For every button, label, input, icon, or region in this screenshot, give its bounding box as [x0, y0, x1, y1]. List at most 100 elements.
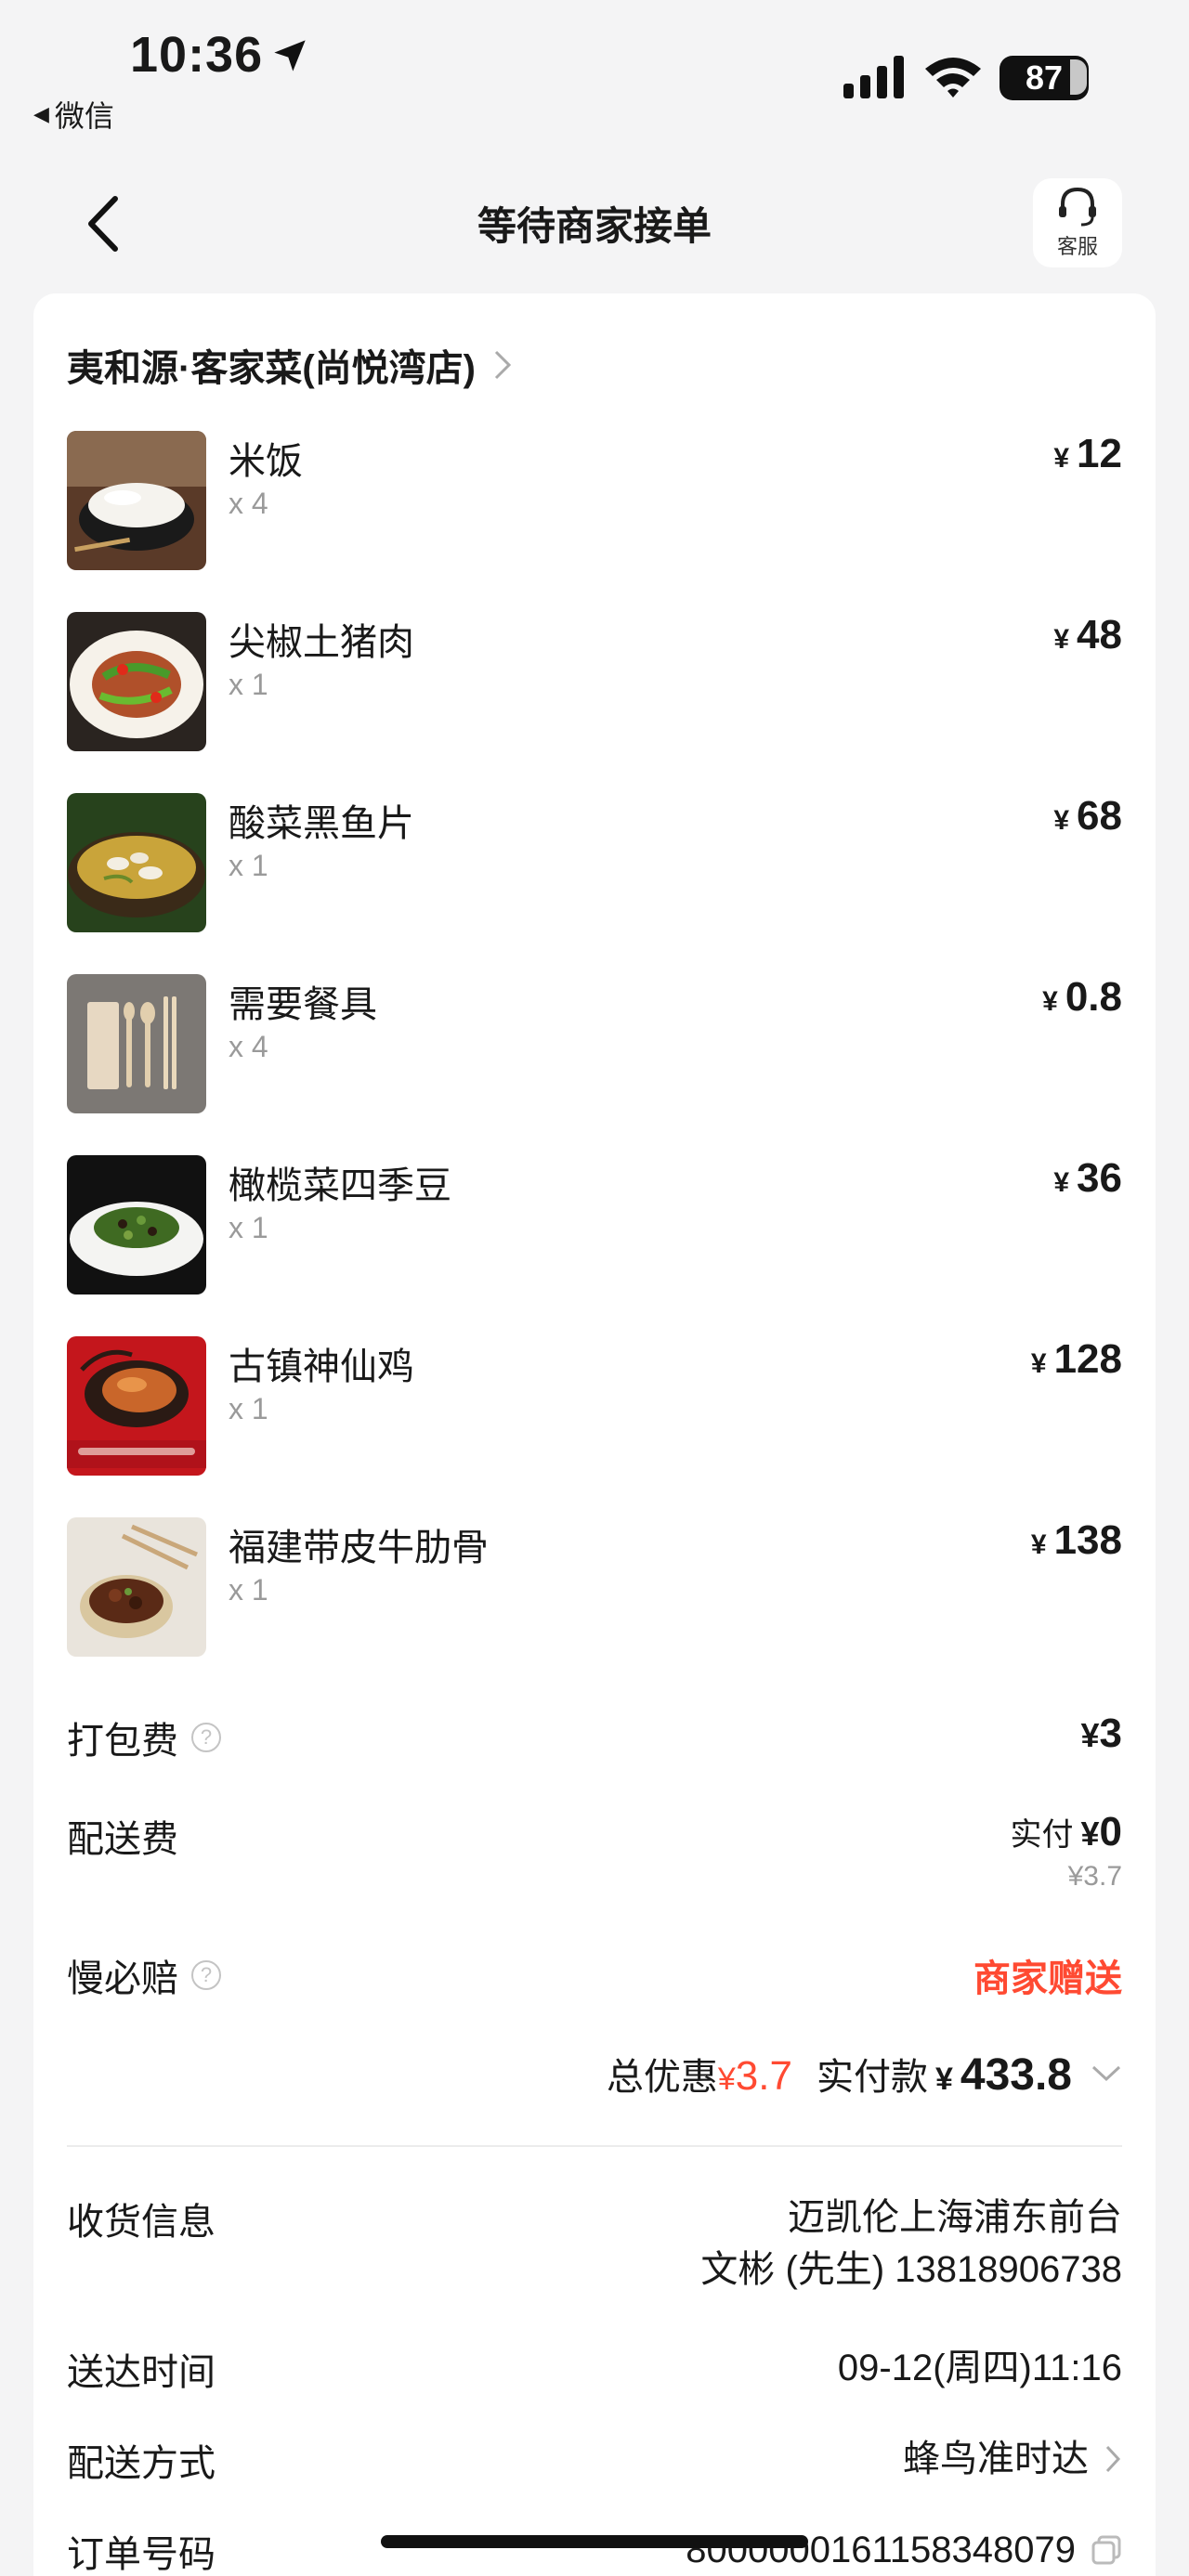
delivery-time-label: 送达时间 [67, 2352, 216, 2393]
actual-paid-label: 实付 [1010, 1817, 1074, 1853]
slow-compensation-label: 慢必赔 [67, 1958, 178, 1999]
packing-fee-amount: ¥3 [1080, 1711, 1122, 1757]
chevron-right-icon [494, 350, 512, 380]
slow-compensation-value-wrap: 商家赠送 [973, 1948, 1122, 2002]
green-beans-thumbnail [67, 1155, 206, 1295]
item-price: ¥0.8 [1042, 974, 1122, 1021]
fish-soup-thumbnail [67, 793, 206, 932]
item-name: 酸菜黑鱼片 [229, 803, 414, 844]
discount-amount: ¥3.7 [718, 2053, 792, 2100]
paid-value: 433.8 [960, 2050, 1072, 2100]
item-name: 橄榄菜四季豆 [229, 1165, 451, 1206]
price-value: 36 [1077, 1155, 1122, 1201]
receiver-address: 迈凯伦上海浦东前台 [788, 2197, 1122, 2238]
packing-fee-row: 打包费 ? ¥3 [67, 1711, 1122, 1766]
currency-symbol: ¥ [1080, 1815, 1100, 1853]
item-price: ¥48 [1053, 612, 1122, 658]
order-totals[interactable]: 总优惠 ¥3.7 实付款 ¥433.8 [607, 2047, 1122, 2101]
packing-fee-label: 打包费 [67, 1721, 178, 1762]
help-icon[interactable]: ? [191, 1723, 221, 1752]
currency-symbol: ¥ [1053, 1167, 1070, 1198]
currency-symbol: ¥ [1053, 805, 1070, 836]
divider [67, 2145, 1122, 2147]
item-name: 米饭 [229, 441, 303, 482]
location-arrow-icon [274, 40, 306, 72]
delivery-time-row: 送达时间 09-12(周四)11:16 [67, 2342, 1122, 2398]
back-app-label: 微信 [54, 99, 114, 133]
delivery-fee-value: 0 [1099, 1809, 1122, 1854]
wifi-icon [925, 58, 981, 98]
currency-symbol: ¥ [1042, 986, 1058, 1017]
packing-fee-value-wrap: ¥3 [1080, 1711, 1122, 1756]
order-item: 需要餐具 x 4 ¥0.8 [67, 974, 1122, 1113]
discount-value: 3.7 [735, 2053, 792, 2099]
order-number-value: 8000000161158348079 [686, 2530, 1076, 2570]
currency-symbol: ¥ [1030, 1529, 1047, 1560]
battery-tip [1070, 59, 1087, 95]
item-quantity: x 1 [229, 1573, 268, 1607]
order-item: 酸菜黑鱼片 x 1 ¥68 [67, 793, 1122, 932]
rice-bowl-thumbnail [67, 431, 206, 570]
item-name: 古镇神仙鸡 [229, 1347, 414, 1387]
home-indicator[interactable] [381, 2535, 808, 2548]
item-price: ¥12 [1053, 431, 1122, 477]
currency-symbol: ¥ [1080, 1716, 1100, 1754]
delivery-method-label: 配送方式 [67, 2443, 216, 2484]
currency-symbol: ¥ [1030, 1348, 1047, 1379]
shop-name: 夷和源·客家菜(尚悦湾店) [67, 348, 476, 389]
item-quantity: x 4 [229, 1030, 268, 1063]
cutlery-thumbnail [67, 974, 206, 1113]
item-name: 尖椒土猪肉 [229, 622, 414, 663]
delivery-fee-label: 配送费 [67, 1819, 178, 1860]
order-item: 尖椒土猪肉 x 1 ¥48 [67, 612, 1122, 751]
status-bar: 10:36 ◀ 微信 87 [0, 0, 1189, 139]
order-number-label: 订单号码 [67, 2534, 216, 2575]
receiver-info-value: 迈凯伦上海浦东前台 文彬 (先生) 13818906738 [700, 2192, 1122, 2296]
paid-label: 实付款 [816, 2057, 928, 2098]
price-value: 68 [1077, 793, 1122, 839]
price-value: 12 [1077, 431, 1122, 476]
item-price: ¥68 [1053, 793, 1122, 839]
help-icon[interactable]: ? [191, 1960, 221, 1990]
packing-fee-label-wrap: 打包费 ? [67, 1711, 1122, 1764]
copy-icon[interactable] [1091, 2534, 1122, 2566]
discount-label: 总优惠 [606, 2057, 718, 2098]
beef-rib-thumbnail [67, 1517, 206, 1657]
slow-compensation-label-wrap: 慢必赔 ? [67, 1948, 1122, 2002]
item-price: ¥138 [1031, 1517, 1122, 1564]
slow-compensation-value: 商家赠送 [973, 1958, 1122, 1999]
delivery-time-value: 09-12(周四)11:16 [837, 2348, 1122, 2388]
order-number-value-wrap: 8000000161158348079 [686, 2524, 1122, 2576]
order-card: 夷和源·客家菜(尚悦湾店) 米饭 x 4 ¥12 尖椒土猪肉 x 1 ¥48 酸… [33, 293, 1156, 2576]
price-value: 138 [1053, 1517, 1122, 1563]
order-number-row: 订单号码 8000000161158348079 [67, 2524, 1122, 2576]
price-value: 48 [1077, 612, 1122, 657]
delivery-fee-row: 配送费 实付 ¥0 ¥3.7 [67, 1809, 1122, 1911]
customer-service-button[interactable]: 客服 [1033, 178, 1122, 267]
currency-symbol: ¥ [934, 2062, 953, 2097]
back-to-app-link[interactable]: ◀ 微信 [33, 93, 114, 136]
paid-amount: ¥433.8 [935, 2049, 1072, 2101]
slow-compensation-row: 慢必赔 ? 商家赠送 [67, 1948, 1122, 2004]
delivery-method-row[interactable]: 配送方式 蜂鸟准时达 [67, 2433, 1122, 2489]
delivery-fee-original: ¥3.7 [1067, 1861, 1122, 1892]
chicken-pot-thumbnail [67, 1336, 206, 1476]
item-name: 需要餐具 [229, 984, 377, 1025]
cellular-signal-icon [843, 56, 904, 98]
page-title: 等待商家接单 [477, 204, 712, 248]
item-quantity: x 1 [229, 668, 268, 701]
chevron-down-icon [1091, 2065, 1121, 2082]
packing-fee-value: 3 [1099, 1711, 1122, 1756]
delivery-fee-actual: 实付 ¥0 [1010, 1809, 1122, 1855]
currency-symbol: ¥ [1053, 624, 1070, 655]
service-label: 客服 [1056, 235, 1098, 258]
receiver-contact: 文彬 (先生) 13818906738 [700, 2249, 1122, 2290]
order-item: 米饭 x 4 ¥12 [67, 431, 1122, 570]
pepper-pork-thumbnail [67, 612, 206, 751]
item-quantity: x 4 [229, 487, 268, 520]
receiver-info-label: 收货信息 [67, 2202, 216, 2243]
shop-link[interactable]: 夷和源·客家菜(尚悦湾店) [67, 338, 513, 392]
price-value: 0.8 [1065, 974, 1122, 1020]
headset-icon [1059, 187, 1096, 227]
item-price: ¥128 [1031, 1336, 1122, 1383]
